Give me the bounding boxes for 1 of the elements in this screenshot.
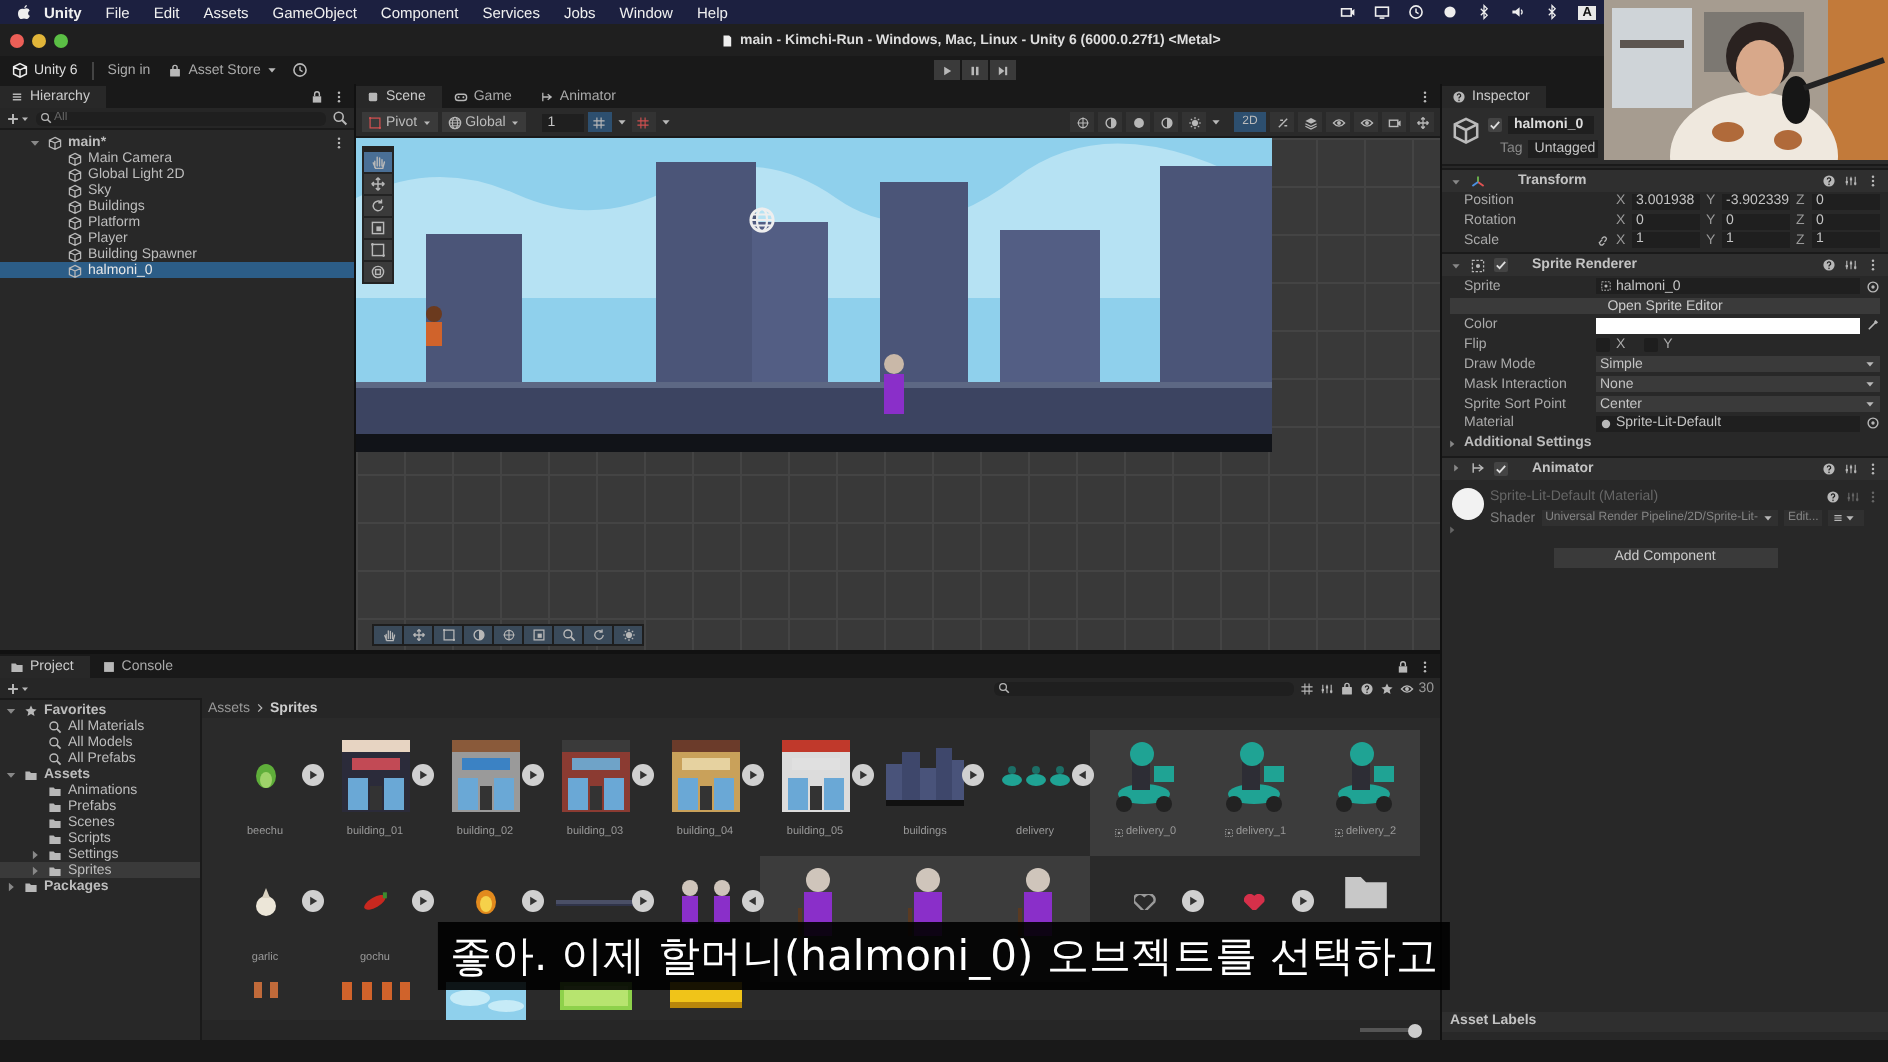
subtitle: 좋아. 이제 할머니(halmoni_0) 오브젝트를 선택하고 (437, 922, 1451, 990)
